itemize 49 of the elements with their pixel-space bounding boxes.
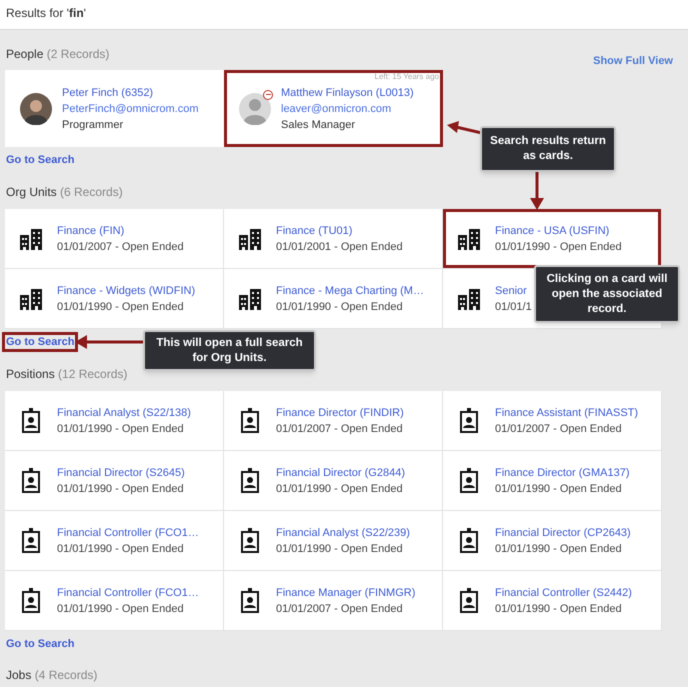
date-range: 01/01/1990 - Open Ended [57, 482, 185, 496]
callout-tooltip: Clicking on a card will open the associated record. [534, 265, 680, 323]
card-title: Finance Manager (FINMGR) [276, 586, 416, 600]
section-title: Positions (12 Records) [5, 366, 128, 383]
callout-tooltip: Search results return as cards. [480, 126, 616, 172]
card-title: Financial Analyst (S22/239) [276, 526, 410, 540]
card-title: Finance Director (GMA137) [495, 466, 630, 480]
card-title: Financial Controller (S2442) [495, 586, 632, 600]
date-range: 01/01/2007 - Open Ended [495, 422, 623, 436]
card-title: Financial Director (CP2643) [495, 526, 631, 540]
card-title: Senior [495, 284, 528, 298]
section-title: Org Units (6 Records) [5, 184, 123, 201]
date-range: 01/01/1990 - Open Ended [57, 422, 185, 436]
date-range: 01/01/1990 - Open Ended [495, 602, 623, 616]
card-title: Financial Analyst (S22/138) [57, 406, 191, 420]
date-range: 01/01/2007 - Open Ended [276, 422, 404, 436]
card-title: Financial Controller (FCO1… [57, 526, 199, 540]
card-title: Matthew Finlayson (L0013) [281, 86, 414, 100]
section-title: Jobs (4 Records) [5, 667, 98, 684]
card-title: Finance (FIN) [57, 224, 126, 238]
date-range: 01/01/1990 - Open Ended [495, 482, 623, 496]
callout-tooltip: This will open a full search for Org Units. [143, 330, 316, 371]
left-note: Left: 15 Years ago [374, 71, 439, 83]
section-title: People (2 Records) [5, 46, 110, 63]
date-range: 01/01/1990 - Open Ended [57, 300, 185, 314]
results-heading: Results for 'fin' [6, 6, 86, 20]
card-title: Financial Director (S2645) [57, 466, 185, 480]
date-range: 01/01/1990 - Open Ended [495, 240, 622, 254]
card-title: Financial Director (G2844) [276, 466, 405, 480]
card-title: Finance (TU01) [276, 224, 354, 238]
card-title: Finance - USA (USFIN) [495, 224, 610, 238]
job-role: Programmer [62, 118, 124, 132]
job-role: Sales Manager [281, 118, 356, 132]
card-title: Finance Assistant (FINASST) [495, 406, 638, 420]
date-range: 01/01/1990 - Open Ended [495, 542, 623, 556]
date-range: 01/01/1990 - Open Ended [276, 300, 404, 314]
date-range: 01/01/1990 - Open Ended [57, 602, 185, 616]
card-title: Peter Finch (6352) [62, 86, 154, 100]
card-title: Finance - Widgets (WIDFIN) [57, 284, 196, 298]
date-range: 01/01/1 [495, 300, 532, 314]
card-title: Finance Director (FINDIR) [276, 406, 404, 420]
card-title: Finance - Mega Charting (M… [276, 284, 424, 298]
date-range: 01/01/2001 - Open Ended [276, 240, 403, 254]
date-range: 01/01/1990 - Open Ended [57, 542, 185, 556]
date-range: 01/01/2007 - Open Ended [276, 602, 404, 616]
date-range: 01/01/2007 - Open Ended [57, 240, 184, 254]
date-range: 01/01/1990 - Open Ended [276, 482, 404, 496]
card-title: Financial Controller (FCO1… [57, 586, 199, 600]
date-range: 01/01/1990 - Open Ended [276, 542, 404, 556]
